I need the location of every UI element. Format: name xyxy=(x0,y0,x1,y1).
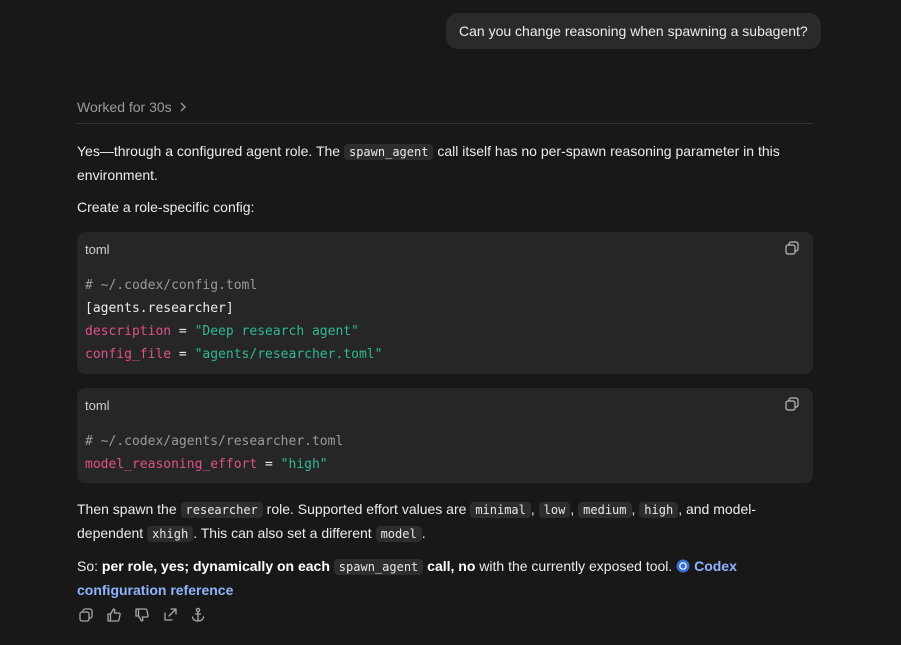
copy-message-button[interactable] xyxy=(78,607,94,623)
text: . xyxy=(421,525,426,541)
text: role. Supported effort values are xyxy=(266,501,467,517)
inline-code: minimal xyxy=(470,502,531,518)
copy-icon xyxy=(785,241,799,255)
code-key: model_reasoning_effort xyxy=(85,457,258,472)
inline-code: low xyxy=(538,502,571,518)
bad-response-button[interactable] xyxy=(134,607,150,623)
inline-code: spawn_agent xyxy=(333,559,424,575)
inline-code: spawn_agent xyxy=(343,144,434,160)
thumbs-down-icon xyxy=(135,608,149,622)
copy-code-button[interactable] xyxy=(785,397,799,414)
code-string: "high" xyxy=(280,457,328,472)
code-content: # ~/.codex/config.toml [agents.researche… xyxy=(85,274,382,366)
good-response-button[interactable] xyxy=(106,607,122,623)
bold-text: call, no xyxy=(427,558,476,574)
text: . This can also set a different xyxy=(193,525,372,541)
code-key: description xyxy=(85,324,172,339)
code-operator: = xyxy=(171,324,195,339)
inline-code: xhigh xyxy=(147,526,194,542)
text: Yes—through a configured agent role. The xyxy=(77,143,341,159)
code-operator: = xyxy=(171,347,195,362)
code-content: # ~/.codex/agents/researcher.toml model_… xyxy=(85,430,343,476)
answer-paragraph-4: So: per role, yes; dynamically on each s… xyxy=(77,555,817,602)
code-block: toml # ~/.codex/agents/researcher.toml m… xyxy=(77,388,813,483)
openai-icon xyxy=(676,559,690,573)
inline-code: researcher xyxy=(180,502,263,518)
inline-code: medium xyxy=(578,502,632,518)
code-section: [agents.researcher] xyxy=(85,301,234,316)
copy-icon xyxy=(79,608,93,622)
code-operator: = xyxy=(257,457,281,472)
copy-icon xyxy=(785,397,799,411)
text: , xyxy=(570,501,575,517)
answer-paragraph-1: Yes—through a configured agent role. The… xyxy=(77,140,817,187)
message-actions xyxy=(78,607,206,623)
worked-for-toggle[interactable]: Worked for 30s xyxy=(77,99,188,115)
answer-paragraph-3: Then spawn the researcher role. Supporte… xyxy=(77,498,817,546)
inline-code: model xyxy=(375,526,422,542)
thumbs-up-icon xyxy=(107,608,121,622)
code-comment: # ~/.codex/config.toml xyxy=(85,278,258,293)
text: So: xyxy=(77,558,99,574)
bold-text: per role, yes; dynamically on each xyxy=(101,558,330,574)
code-string: "agents/researcher.toml" xyxy=(194,347,383,362)
text: Then spawn the xyxy=(77,501,177,517)
text: , xyxy=(631,501,636,517)
code-block: toml # ~/.codex/config.toml [agents.rese… xyxy=(77,232,813,374)
user-message-bubble: Can you change reasoning when spawning a… xyxy=(446,13,821,49)
user-message-text: Can you change reasoning when spawning a… xyxy=(459,23,808,39)
text: with the currently exposed tool. xyxy=(479,558,673,574)
share-icon xyxy=(164,608,177,621)
code-language-label: toml xyxy=(85,398,110,413)
code-string: "Deep research agent" xyxy=(194,324,359,339)
inline-code: high xyxy=(639,502,679,518)
worked-label: Worked for 30s xyxy=(77,99,172,115)
copy-code-button[interactable] xyxy=(785,241,799,258)
code-key: config_file xyxy=(85,347,172,362)
text: , xyxy=(530,501,535,517)
anchor-button[interactable] xyxy=(190,607,206,623)
code-language-label: toml xyxy=(85,242,110,257)
anchor-icon xyxy=(191,607,205,622)
answer-paragraph-2: Create a role-specific config: xyxy=(77,199,255,215)
divider xyxy=(77,123,813,124)
chevron-right-icon xyxy=(180,102,186,112)
share-button[interactable] xyxy=(162,607,178,623)
code-comment: # ~/.codex/agents/researcher.toml xyxy=(85,434,344,449)
